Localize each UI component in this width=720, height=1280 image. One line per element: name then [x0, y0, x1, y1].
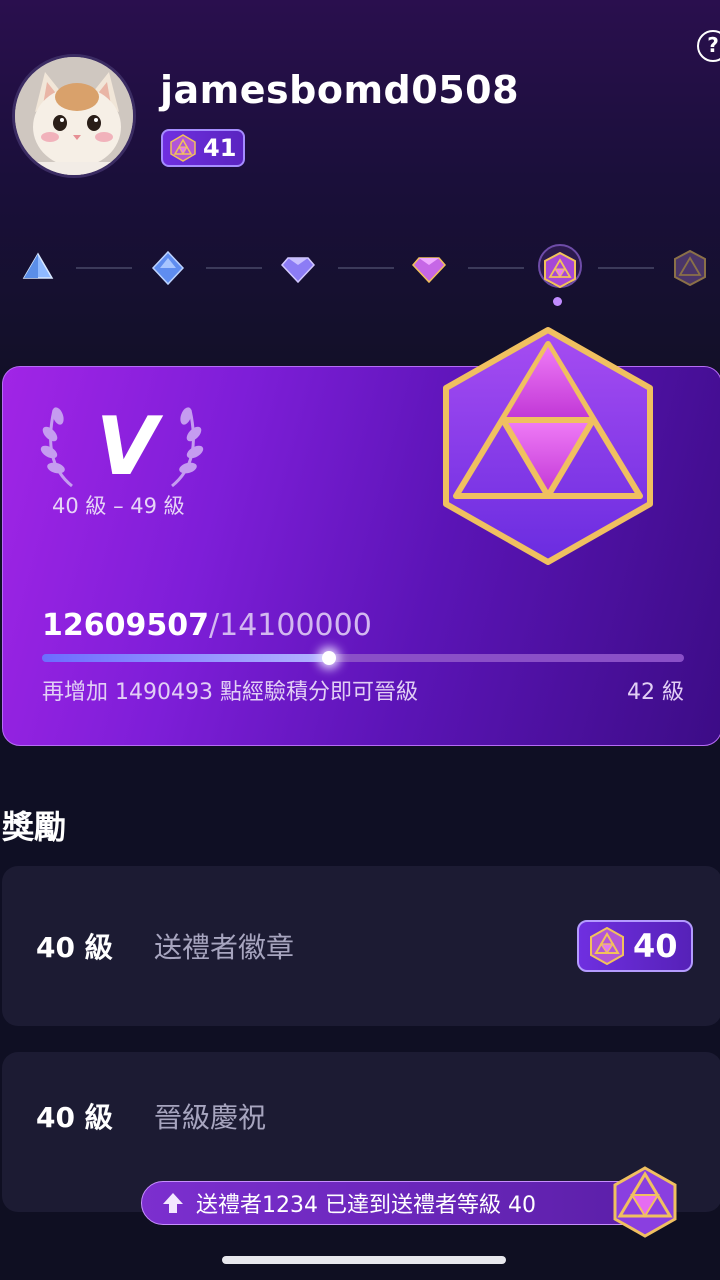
progress-hint: 再增加 1490493 點經驗積分即可晉級 [42, 680, 418, 705]
reward-name: 送禮者徽章 [154, 931, 295, 964]
reward-name: 晉級慶祝 [154, 1101, 267, 1134]
tier-badge-large-icon [443, 327, 653, 565]
tier-letter: V [96, 400, 158, 493]
progress-marker [322, 651, 336, 665]
toast-text: 送禮者1234 已達到送禮者等級 40 [196, 1193, 536, 1218]
level-up-toast: 送禮者1234 已達到送禮者等級 40 [141, 1181, 651, 1225]
laurel-left-icon [40, 407, 73, 488]
reward-level: 40 級 [36, 1101, 113, 1134]
reward-badge-number: 40 [633, 927, 678, 965]
progress-bar [42, 651, 684, 665]
tier-range: 40 級 – 49 級 [52, 494, 185, 518]
gem-icon [613, 1166, 677, 1238]
tier-5-icon[interactable] [542, 252, 578, 288]
gem-icon [170, 134, 196, 162]
tier-1-icon[interactable] [20, 250, 56, 286]
avatar[interactable] [12, 54, 136, 178]
tier-6-icon[interactable] [672, 250, 708, 286]
tier-2-icon[interactable] [150, 250, 186, 286]
cat-avatar-image [15, 57, 133, 175]
username: jamesbomd0508 [160, 68, 520, 112]
home-indicator[interactable] [222, 1256, 506, 1264]
level-number: 41 [203, 134, 237, 162]
current-tier-indicator [553, 297, 562, 306]
tier-track [0, 240, 720, 310]
level-badge: 41 [161, 129, 245, 167]
reward-level: 40 級 [36, 931, 113, 964]
progress-fill [42, 654, 329, 662]
tier-3-icon[interactable] [280, 250, 316, 286]
arrow-up-icon [163, 1193, 183, 1213]
next-level-label: 42 級 [627, 680, 684, 705]
rewards-title: 獎勵 [2, 808, 67, 846]
progress-text: 12609507/14100000 [42, 608, 372, 643]
tier-4-icon[interactable] [411, 250, 447, 286]
reward-badge: 40 [577, 920, 693, 972]
help-icon[interactable]: ? [697, 30, 720, 62]
progress-total: /14100000 [209, 608, 372, 643]
gem-icon [590, 927, 624, 965]
laurel-right-icon [171, 407, 204, 488]
progress-current: 12609507 [42, 608, 209, 643]
